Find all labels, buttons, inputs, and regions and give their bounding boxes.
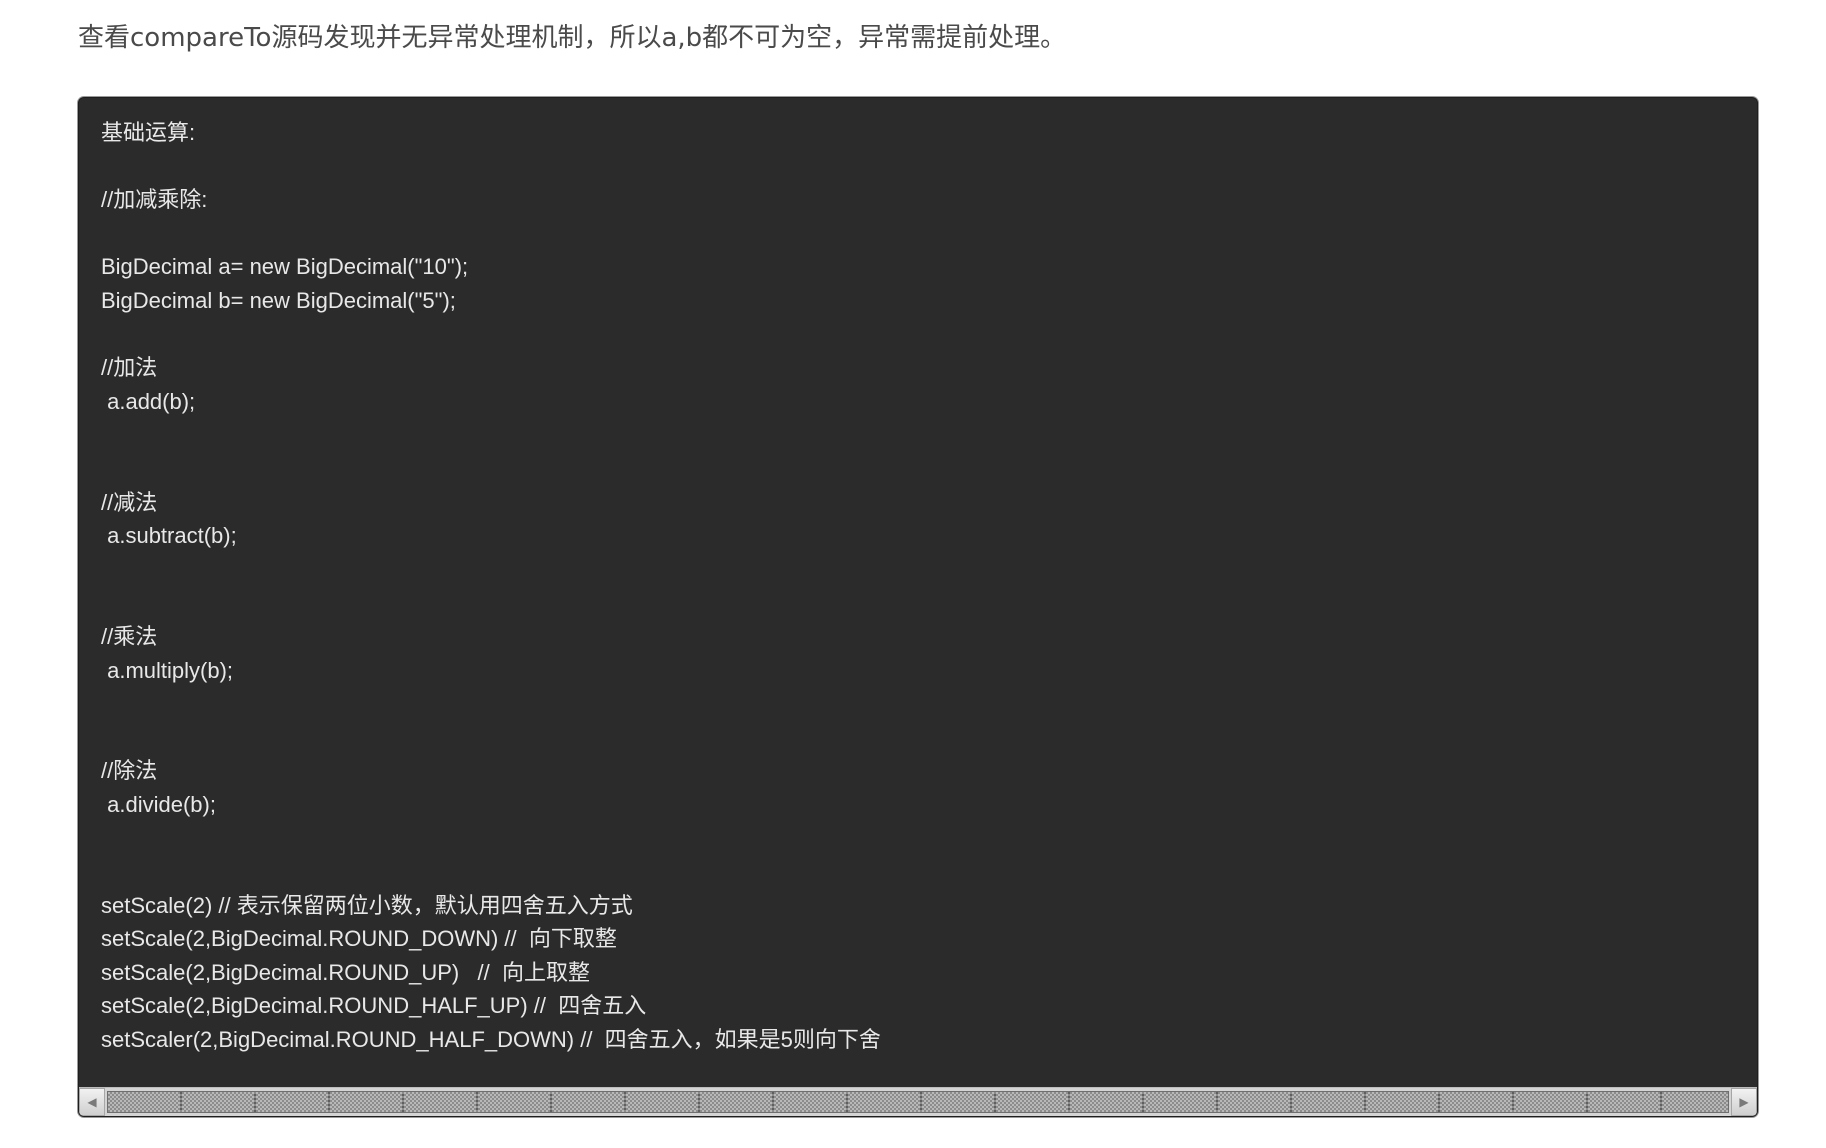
code-line: setScale(2,BigDecimal.ROUND_DOWN) // 向下取… xyxy=(101,926,617,952)
code-line: setScale(2) // 表示保留两位小数，默认用四舍五入方式 xyxy=(101,892,633,918)
code-line: //加减乘除: xyxy=(101,187,208,213)
code-line: //加法 xyxy=(101,355,158,381)
code-line: BigDecimal b= new BigDecimal("5"); xyxy=(101,287,456,313)
code-line: a.add(b); xyxy=(101,388,196,414)
code-line: a.divide(b); xyxy=(101,791,216,817)
code-content: 基础运算: //加减乘除: BigDecimal a= new BigDecimal… xyxy=(101,116,1735,1057)
scroll-track[interactable] xyxy=(105,1088,1731,1116)
code-line: //减法 xyxy=(101,489,158,515)
code-line: //除法 xyxy=(101,758,158,784)
scroll-right-icon[interactable]: ▶ xyxy=(1731,1088,1757,1116)
code-line: a.subtract(b); xyxy=(101,523,237,549)
code-line: setScaler(2,BigDecimal.ROUND_HALF_DOWN) … xyxy=(101,1027,881,1053)
code-line: a.multiply(b); xyxy=(101,657,234,683)
horizontal-scrollbar[interactable]: ◀ ▶ xyxy=(79,1087,1757,1116)
scroll-thumb[interactable] xyxy=(107,1091,1729,1113)
code-line: setScale(2,BigDecimal.ROUND_UP) // 向上取整 xyxy=(101,959,590,985)
code-line: BigDecimal a= new BigDecimal("10"); xyxy=(101,254,469,280)
code-line: setScale(2,BigDecimal.ROUND_HALF_UP) // … xyxy=(101,993,647,1019)
scroll-left-icon[interactable]: ◀ xyxy=(79,1088,105,1116)
intro-text: 查看compareTo源码发现并无异常处理机制，所以a,b都不可为空，异常需提前… xyxy=(78,23,1067,53)
code-line: 基础运算: xyxy=(101,120,196,145)
code-block: 基础运算: //加减乘除: BigDecimal a= new BigDecimal… xyxy=(78,97,1758,1117)
code-line: //乘法 xyxy=(101,623,158,649)
